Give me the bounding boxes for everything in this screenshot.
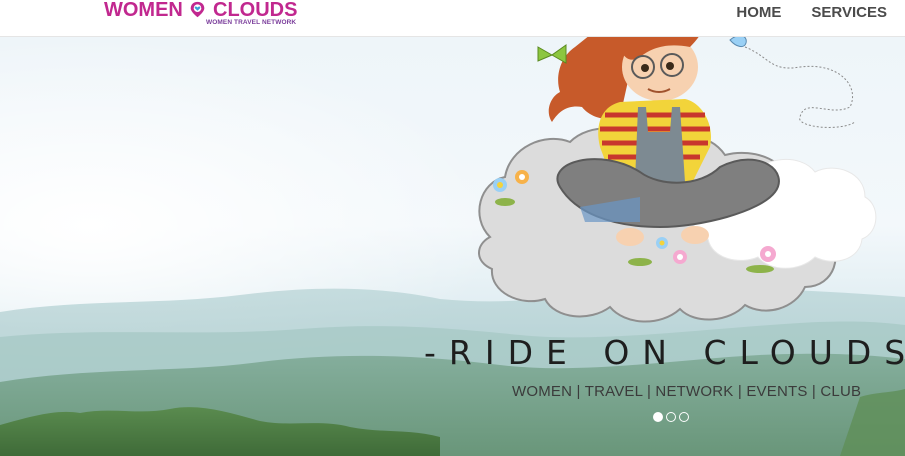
- hero-tagline: WOMEN | TRAVEL | NETWORK | EVENTS | CLUB: [512, 383, 862, 400]
- nav-home[interactable]: HOME: [736, 0, 781, 26]
- logo[interactable]: WOMEN CLOUDS WOMEN TRAVEL NETWORK: [104, 0, 314, 33]
- logo-wordmark: WOMEN CLOUDS: [104, 0, 297, 21]
- main-nav: HOME SERVICES: [736, 0, 887, 26]
- logo-subtitle: WOMEN TRAVEL NETWORK: [206, 19, 297, 26]
- slide-dot-3[interactable]: [679, 412, 689, 422]
- location-pin-icon: [191, 1, 205, 18]
- hero-headline: -RIDE ON CLOUDS-: [424, 333, 905, 372]
- slider-pagination: [653, 412, 689, 422]
- logo-text-clouds: CLOUDS: [213, 0, 298, 21]
- page: WOMEN CLOUDS WOMEN TRAVEL NETWORK HOME S…: [0, 0, 905, 456]
- slide-dot-2[interactable]: [666, 412, 676, 422]
- site-header: WOMEN CLOUDS WOMEN TRAVEL NETWORK HOME S…: [0, 0, 905, 37]
- logo-text-women: WOMEN: [104, 0, 183, 21]
- nav-services[interactable]: SERVICES: [811, 0, 887, 26]
- slide-dot-1[interactable]: [653, 412, 663, 422]
- hero-slider: -RIDE ON CLOUDS- WOMEN | TRAVEL | NETWOR…: [0, 37, 905, 456]
